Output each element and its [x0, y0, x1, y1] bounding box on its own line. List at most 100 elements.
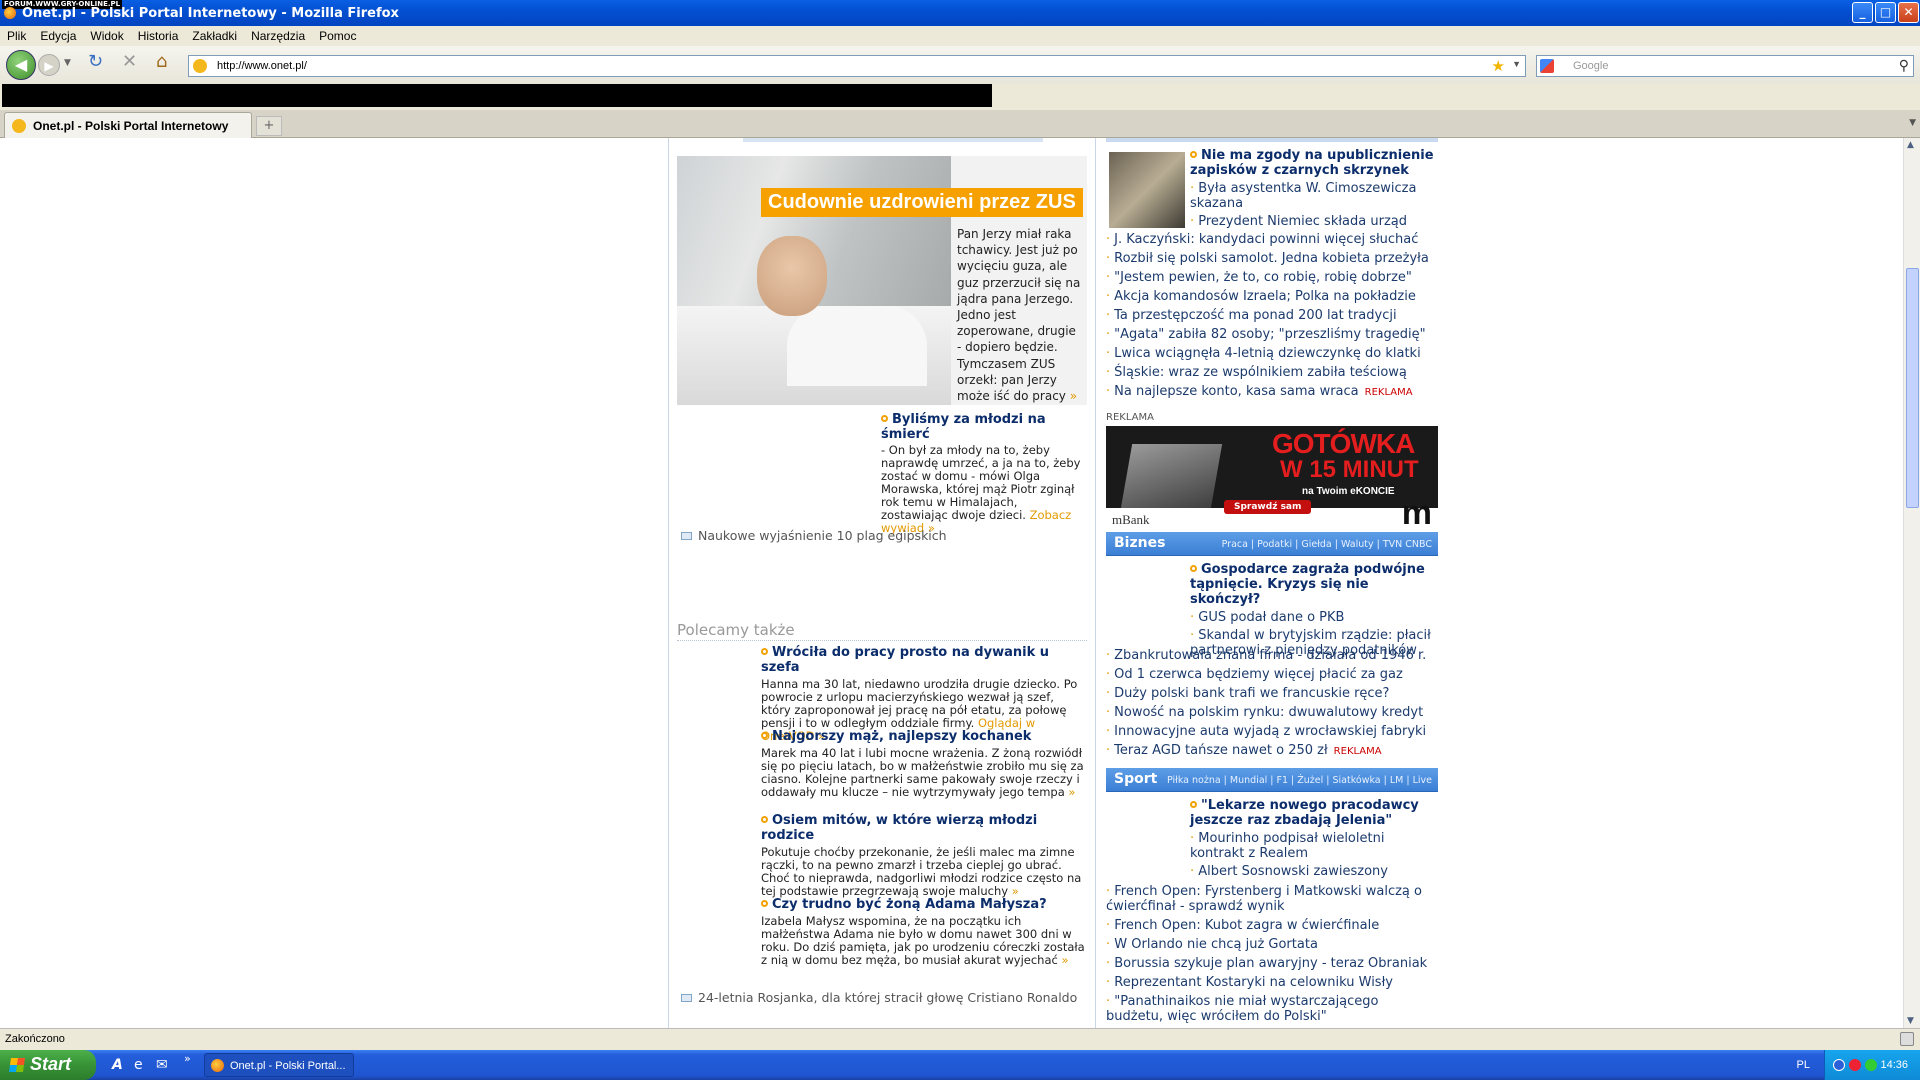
- quicklaunch-font-icon[interactable]: A: [112, 1057, 123, 1073]
- section-title[interactable]: Sport: [1114, 771, 1157, 787]
- recommended-title-text[interactable]: Osiem mitów, w które wierzą młodzi rodzi…: [761, 813, 1037, 843]
- stop-icon[interactable]: ✕: [122, 51, 137, 72]
- list-item[interactable]: · Od 1 czerwca będziemy więcej płacić za …: [1106, 667, 1438, 686]
- menu-tools[interactable]: Narzędzia: [244, 26, 312, 43]
- bookmark-star-icon[interactable]: ★: [1492, 57, 1505, 75]
- news-top-title-text[interactable]: Nie ma zgody na upublicznienie zapisków …: [1190, 148, 1434, 178]
- list-item-text[interactable]: Na najlepsze konto, kasa sama wraca: [1114, 384, 1359, 399]
- close-button[interactable]: ✕: [1898, 2, 1919, 23]
- list-item[interactable]: · Lwica wciągnęła 4-letnią dziewczynkę do…: [1106, 346, 1438, 365]
- story-2-title[interactable]: Byliśmy za młodzi na śmierć: [881, 412, 1087, 442]
- news-thumbnail[interactable]: [1109, 152, 1185, 228]
- list-item-text[interactable]: Zbankrutowała znana firma - działała od …: [1114, 648, 1426, 663]
- tray-back-icon[interactable]: [1833, 1059, 1845, 1071]
- recommended-more-link[interactable]: »: [1062, 953, 1069, 967]
- list-item-text[interactable]: Duży polski bank trafi we francuskie ręc…: [1114, 686, 1389, 701]
- taskbar-item-firefox[interactable]: Onet.pl - Polski Portal...: [204, 1053, 354, 1077]
- search-icon[interactable]: ⚲: [1899, 57, 1909, 74]
- menu-view[interactable]: Widok: [83, 26, 130, 43]
- url-bar[interactable]: http://www.onet.pl/ ★ ▼: [188, 55, 1526, 77]
- list-item-text[interactable]: Innowacyjne auta wyjadą z wrocławskiej f…: [1114, 724, 1426, 739]
- recommended-title[interactable]: Osiem mitów, w które wierzą młodzi rodzi…: [761, 813, 1087, 843]
- new-tab-button[interactable]: +: [256, 116, 282, 136]
- biznes-sub-text[interactable]: GUS podał dane o PKB: [1198, 610, 1344, 625]
- recommended-title[interactable]: Najgorszy mąż, najlepszy kochanek: [761, 729, 1087, 744]
- quicklaunch-more-icon[interactable]: »: [184, 1052, 191, 1065]
- list-item[interactable]: · Akcja komandosów Izraela; Polka na pokł…: [1106, 289, 1438, 308]
- list-item-text[interactable]: Akcja komandosów Izraela; Polka na pokła…: [1114, 289, 1416, 304]
- list-item-text[interactable]: Borussia szykuje plan awaryjny - teraz O…: [1114, 956, 1427, 971]
- sport-sub-text[interactable]: Albert Sosnowski zawieszony: [1198, 864, 1388, 879]
- list-item-text[interactable]: Nowość na polskim rynku: dwuwalutowy kre…: [1114, 705, 1423, 720]
- list-item[interactable]: · Duży polski bank trafi we francuskie rę…: [1106, 686, 1438, 705]
- list-item-text[interactable]: Śląskie: wraz ze wspólnikiem zabiła teśc…: [1114, 365, 1407, 380]
- list-item-text[interactable]: W Orlando nie chcą już Gortata: [1114, 937, 1318, 952]
- clock[interactable]: 14:36: [1880, 1059, 1908, 1071]
- list-item[interactable]: · Borussia szykuje plan awaryjny - teraz…: [1106, 956, 1438, 971]
- maximize-button[interactable]: □: [1875, 2, 1896, 23]
- tray-network-icon[interactable]: [1865, 1059, 1877, 1071]
- sport-sub[interactable]: · Albert Sosnowski zawieszony: [1190, 864, 1436, 879]
- recommended-more-link[interactable]: »: [1012, 884, 1019, 898]
- search-bar[interactable]: Google ⚲: [1536, 55, 1914, 77]
- recommended-more-link[interactable]: »: [1068, 785, 1075, 799]
- lead-more-link[interactable]: »: [1070, 389, 1077, 403]
- main-story-headline[interactable]: Cudownie uzdrowieni przez ZUS: [761, 188, 1083, 217]
- list-item-text[interactable]: Reprezentant Kostaryki na celowniku Wisł…: [1114, 975, 1393, 990]
- menu-bookmarks[interactable]: Zakładki: [185, 26, 244, 43]
- story-2-title-text[interactable]: Byliśmy za młodzi na śmierć: [881, 412, 1046, 442]
- section-header-biznes[interactable]: Biznes Praca | Podatki | Giełda | Waluty…: [1106, 532, 1438, 556]
- list-item[interactable]: · "Agata" zabiła 82 osoby; "przeszliśmy t…: [1106, 327, 1438, 346]
- history-dropdown-icon[interactable]: ▼: [64, 58, 71, 68]
- section-header-sport[interactable]: Sport Piłka nożna | Mundial | F1 | Żużel…: [1106, 768, 1438, 792]
- recommended-title-text[interactable]: Wróciła do pracy prosto na dywanik u sze…: [761, 645, 1049, 675]
- list-item[interactable]: · "Jestem pewien, że to, co robię, robię …: [1106, 270, 1438, 289]
- list-item-text[interactable]: "Panathinaikos nie miał wystarczającego …: [1106, 994, 1379, 1024]
- scrollbar-thumb[interactable]: [1906, 268, 1919, 508]
- section-links[interactable]: Piłka nożna | Mundial | F1 | Żużel | Sia…: [1167, 775, 1432, 786]
- taskbar-item-label[interactable]: Onet.pl - Polski Portal...: [230, 1060, 346, 1072]
- list-item[interactable]: · Ta przestępczość ma ponad 200 lat trady…: [1106, 308, 1438, 327]
- recommended-title-text[interactable]: Najgorszy mąż, najlepszy kochanek: [772, 729, 1031, 744]
- quicklaunch-ie-icon[interactable]: e: [134, 1057, 143, 1073]
- recommended-title-text[interactable]: Czy trudno być żoną Adama Małysza?: [772, 897, 1047, 912]
- list-item[interactable]: · Innowacyjne auta wyjadą z wrocławskiej …: [1106, 724, 1438, 743]
- search-placeholder[interactable]: Google: [1573, 60, 1608, 72]
- ad-cta-button[interactable]: Sprawdź sam: [1224, 500, 1312, 514]
- mail-link-1-text[interactable]: Naukowe wyjaśnienie 10 plag egipskich: [698, 528, 947, 543]
- list-item-text[interactable]: "Jestem pewien, że to, co robię, robię d…: [1114, 270, 1412, 285]
- news-top-title[interactable]: Nie ma zgody na upublicznienie zapisków …: [1190, 148, 1436, 178]
- list-item-ad[interactable]: · Na najlepsze konto, kasa sama wraca REKL…: [1106, 384, 1438, 403]
- list-item[interactable]: · J. Kaczyński: kandydaci powinni więcej …: [1106, 232, 1438, 251]
- sport-top-title-text[interactable]: "Lekarze nowego pracodawcy jeszcze raz z…: [1190, 798, 1419, 828]
- list-item-text[interactable]: Od 1 czerwca będziemy więcej płacić za g…: [1114, 667, 1403, 682]
- list-item-text[interactable]: Teraz AGD tańsze nawet o 250 zł: [1114, 743, 1328, 758]
- scroll-up-icon[interactable]: ▲: [1907, 140, 1914, 150]
- biznes-top-title[interactable]: Gospodarce zagraża podwójne tąpnięcie. K…: [1190, 562, 1436, 607]
- forward-arrow-icon[interactable]: ▶: [38, 54, 60, 76]
- list-item[interactable]: · French Open: Fyrstenberg i Matkowski w…: [1106, 884, 1438, 914]
- tab-onet[interactable]: Onet.pl - Polski Portal Internetowy: [4, 112, 252, 138]
- url-dropdown-icon[interactable]: ▼: [1512, 59, 1521, 69]
- biznes-top-title-text[interactable]: Gospodarce zagraża podwójne tąpnięcie. K…: [1190, 562, 1425, 607]
- list-item[interactable]: · Śląskie: wraz ze wspólnikiem zabiła teś…: [1106, 365, 1438, 384]
- list-item-text[interactable]: Lwica wciągnęła 4-letnią dziewczynkę do …: [1114, 346, 1421, 361]
- list-item[interactable]: · "Panathinaikos nie miał wystarczająceg…: [1106, 994, 1438, 1024]
- news-sub-text[interactable]: Prezydent Niemiec składa urząd: [1198, 214, 1407, 229]
- reload-icon[interactable]: ↻: [88, 51, 103, 72]
- list-item[interactable]: · Nowość na polskim rynku: dwuwalutowy kr…: [1106, 705, 1438, 724]
- section-links[interactable]: Praca | Podatki | Giełda | Waluty | TVN …: [1222, 539, 1432, 550]
- recommended-title[interactable]: Czy trudno być żoną Adama Małysza?: [761, 897, 1087, 912]
- sport-top-title[interactable]: "Lekarze nowego pracodawcy jeszcze raz z…: [1190, 798, 1436, 828]
- list-item-text[interactable]: "Agata" zabiła 82 osoby; "przeszliśmy tr…: [1114, 327, 1426, 342]
- list-item-text[interactable]: Rozbił się polski samolot. Jedna kobieta…: [1114, 251, 1429, 266]
- list-item[interactable]: · French Open: Kubot zagra w ćwierćfinal…: [1106, 918, 1438, 933]
- start-button[interactable]: Start: [0, 1050, 96, 1080]
- start-label[interactable]: Start: [30, 1054, 71, 1075]
- vertical-scrollbar[interactable]: ▲ ▼: [1903, 138, 1920, 1028]
- list-item[interactable]: · Zbankrutowała znana firma - działała od…: [1106, 648, 1438, 667]
- recommended-title[interactable]: Wróciła do pracy prosto na dywanik u sze…: [761, 645, 1087, 675]
- news-sub[interactable]: · Prezydent Niemiec składa urząd: [1190, 214, 1436, 229]
- google-icon[interactable]: [1540, 59, 1554, 73]
- sport-sub-text[interactable]: Mourinho podpisał wieloletni kontrakt z …: [1190, 831, 1384, 861]
